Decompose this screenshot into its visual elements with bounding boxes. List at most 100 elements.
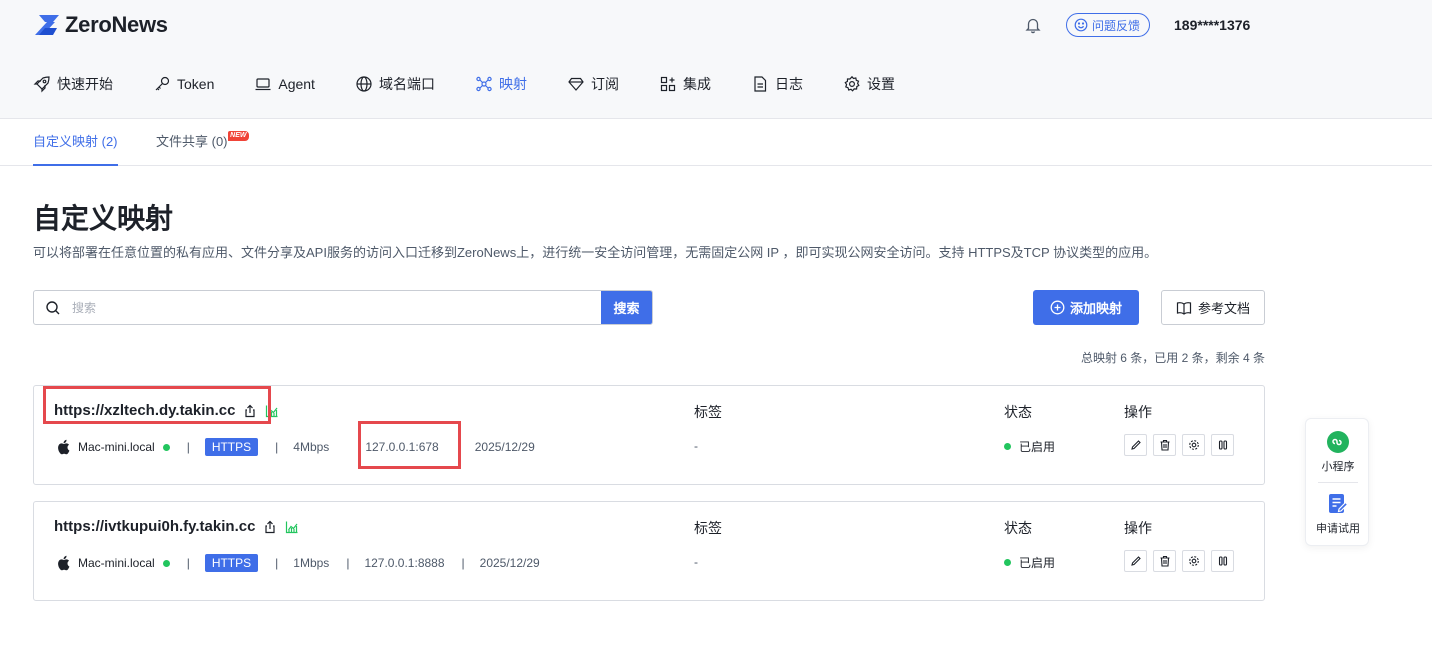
globe-icon — [356, 76, 372, 92]
bandwidth: 4Mbps — [293, 440, 330, 454]
delete-button[interactable] — [1153, 434, 1176, 456]
floating-panel: 小程序 申请试用 — [1305, 418, 1369, 546]
pause-icon — [1218, 556, 1227, 566]
settings-button[interactable] — [1182, 550, 1205, 572]
agent-host-name: Mac-mini.local — [78, 556, 155, 570]
pause-button[interactable] — [1211, 550, 1234, 572]
nav-label: 集成 — [682, 76, 711, 92]
mapping-card: https://ivtkupui0h.fy.takin.cc 标签 状态 操作 … — [33, 501, 1265, 601]
plus-circle-icon — [1050, 300, 1065, 315]
nav-item-agent[interactable]: Agent — [254, 72, 315, 96]
brand-logo[interactable]: ZeroNews — [33, 12, 168, 38]
divider: | — [186, 440, 190, 454]
feedback-label: 问题反馈 — [1092, 18, 1141, 33]
edit-button[interactable] — [1124, 550, 1147, 572]
gear-icon — [1188, 556, 1199, 566]
nav-item-quickstart[interactable]: 快速开始 — [33, 72, 113, 96]
divider: | — [275, 556, 279, 570]
pause-button[interactable] — [1211, 434, 1234, 456]
status-dot — [1004, 443, 1011, 450]
row-actions — [1124, 434, 1234, 456]
divider: | — [186, 556, 190, 570]
gear-icon — [844, 75, 860, 92]
nav-label: 映射 — [498, 76, 527, 92]
mapping-url-row: https://ivtkupui0h.fy.takin.cc — [54, 518, 299, 535]
column-header-tag: 标签 — [694, 520, 722, 536]
reference-doc-button[interactable]: 参考文档 — [1161, 290, 1265, 325]
nav-item-mapping[interactable]: 映射 — [475, 72, 527, 96]
reference-doc-label: 参考文档 — [1197, 301, 1250, 316]
column-header-status: 状态 — [1004, 520, 1032, 536]
row-actions — [1124, 550, 1234, 572]
miniprogram-icon — [1327, 431, 1349, 453]
edit-button[interactable] — [1124, 434, 1147, 456]
nav-label: 域名端口 — [378, 76, 435, 92]
nav-label: Token — [177, 76, 215, 92]
nav-label: 设置 — [866, 76, 895, 92]
target-address: 127.0.0.1:8888 — [364, 556, 445, 570]
column-header-ops: 操作 — [1124, 520, 1152, 536]
mapping-url[interactable]: https://ivtkupui0h.fy.takin.cc — [54, 518, 255, 535]
apply-trial-entry[interactable]: 申请试用 — [1306, 492, 1370, 536]
bell-icon[interactable] — [1024, 16, 1042, 34]
status: 已启用 — [1004, 438, 1055, 455]
page-description: 可以将部署在任意位置的私有应用、文件分享及API服务的访问入口迁移到ZeroNe… — [33, 245, 1158, 260]
quota-summary: 总映射 6 条，已用 2 条，剩余 4 条 — [1080, 351, 1265, 365]
user-account[interactable]: 189****1376 — [1174, 17, 1250, 33]
brand-name: ZeroNews — [65, 12, 168, 37]
nav-item-subscription[interactable]: 订阅 — [567, 72, 619, 96]
column-header-tag: 标签 — [694, 404, 722, 420]
agent-host-name: Mac-mini.local — [78, 440, 155, 454]
settings-button[interactable] — [1182, 434, 1205, 456]
traffic-chart-icon[interactable] — [285, 520, 299, 534]
main-nav: 快速开始 Token Agent 域名端口 映射 订阅 集成 日志 设置 — [33, 72, 935, 96]
pencil-icon — [1130, 556, 1141, 566]
status-label: 已启用 — [1019, 440, 1056, 454]
agent-online-dot — [162, 559, 170, 567]
smile-icon — [1074, 18, 1088, 32]
nav-item-domain-port[interactable]: 域名端口 — [355, 72, 435, 96]
nav-item-logs[interactable]: 日志 — [751, 72, 803, 96]
delete-button[interactable] — [1153, 550, 1176, 572]
protocol-badge: HTTPS — [204, 438, 259, 456]
laptop-icon — [255, 78, 271, 91]
nav-item-token[interactable]: Token — [153, 72, 214, 96]
feedback-button[interactable]: 问题反馈 — [1066, 13, 1151, 37]
mapping-meta: Mac-mini.local | HTTPS | 1Mbps | 127.0.0… — [56, 552, 540, 574]
gear-icon — [1188, 440, 1199, 450]
agent-host: Mac-mini.local — [56, 555, 170, 571]
book-icon — [1176, 301, 1192, 315]
sub-tabs: 自定义映射 (2) 文件共享 (0) NEW — [0, 118, 1432, 166]
add-mapping-button[interactable]: 添加映射 — [1033, 290, 1139, 325]
status-dot — [1004, 559, 1011, 566]
share-icon[interactable] — [263, 520, 277, 534]
form-edit-icon — [1329, 494, 1349, 513]
nav-item-settings[interactable]: 设置 — [843, 72, 895, 96]
search-bar: 搜索 — [33, 290, 653, 325]
search-button[interactable]: 搜索 — [601, 291, 652, 324]
add-mapping-label: 添加映射 — [1069, 301, 1122, 316]
column-header-status: 状态 — [1004, 404, 1032, 420]
divider: | — [275, 440, 279, 454]
nav-label: Agent — [278, 76, 315, 92]
agent-host: Mac-mini.local — [56, 439, 170, 455]
miniprogram-label: 小程序 — [1321, 461, 1355, 473]
apply-trial-label: 申请试用 — [1316, 523, 1360, 535]
tab-file-share[interactable]: 文件共享 (0) NEW — [156, 119, 249, 166]
miniprogram-entry[interactable]: 小程序 — [1306, 430, 1370, 474]
trash-icon — [1160, 439, 1169, 451]
tab-label: 文件共享 (0) — [156, 134, 228, 149]
nav-label: 日志 — [774, 76, 803, 92]
apple-icon — [58, 439, 70, 455]
nav-label: 订阅 — [590, 76, 619, 92]
document-icon — [754, 76, 767, 92]
tag-value: - — [694, 439, 698, 453]
search-input[interactable] — [72, 291, 601, 324]
status: 已启用 — [1004, 554, 1055, 571]
nav-item-integration[interactable]: 集成 — [659, 72, 711, 96]
mapping-icon — [476, 76, 492, 92]
column-header-ops: 操作 — [1124, 404, 1152, 420]
header-right: 问题反馈 189****1376 — [1024, 13, 1250, 37]
tab-custom-mapping[interactable]: 自定义映射 (2) — [33, 119, 118, 166]
pause-icon — [1218, 440, 1227, 450]
